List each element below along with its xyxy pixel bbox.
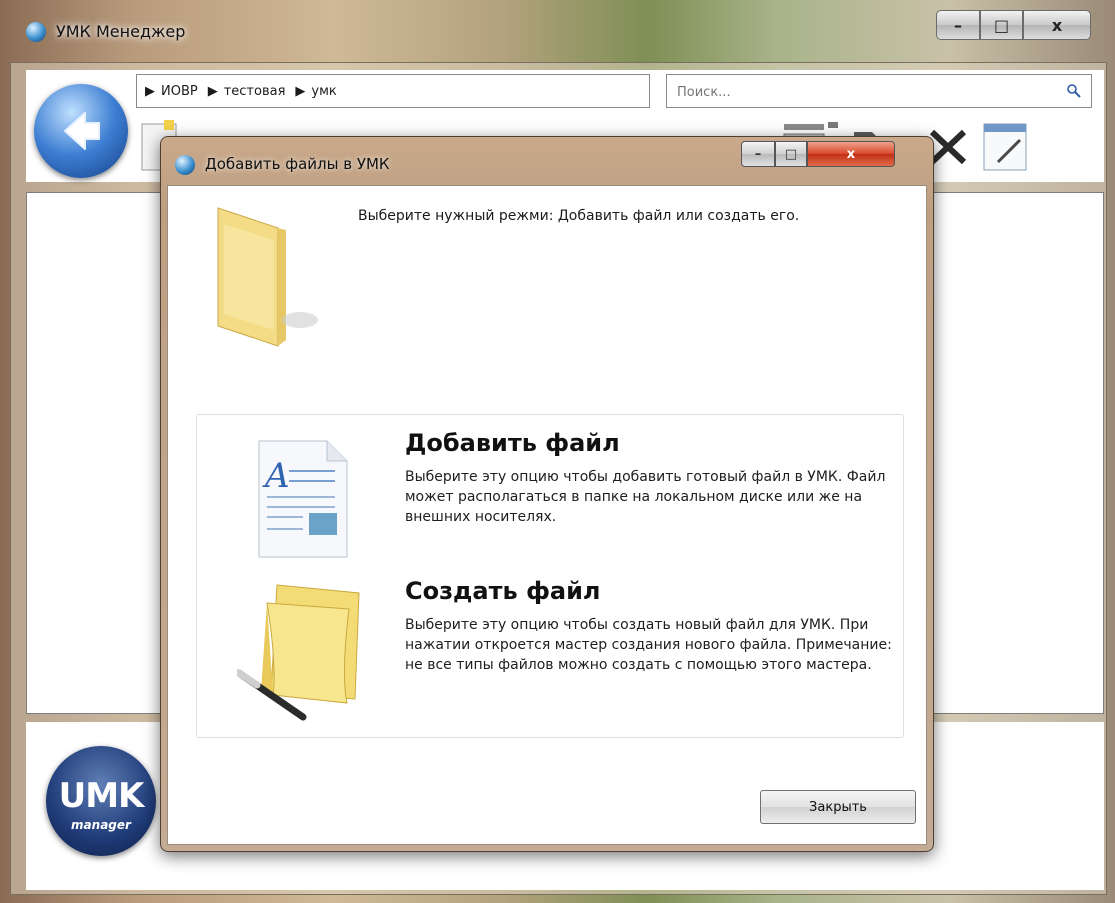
close-window-button[interactable]: x — [1023, 10, 1091, 40]
dialog-close-button[interactable]: x — [807, 141, 895, 167]
chevron-right-icon: ▶ — [295, 83, 306, 99]
breadcrumb-label: тестовая — [223, 83, 286, 99]
breadcrumb[interactable]: ▶ ИОВР ▶ тестовая ▶ умк — [136, 74, 650, 108]
dialog-body: Выберите нужный режми: Добавить файл или… — [167, 185, 927, 845]
create-file-option[interactable]: Создать файл Выберите эту опцию чтобы со… — [197, 575, 903, 735]
breadcrumb-label: умк — [311, 83, 337, 99]
logo-text: UMK — [58, 776, 145, 816]
breadcrumb-label: ИОВР — [161, 83, 198, 99]
back-arrow-icon — [64, 112, 100, 150]
window-title: УМК Менеджер — [56, 22, 186, 41]
add-files-dialog[interactable]: Добавить файлы в УМК – □ x Выберите нужн… — [160, 136, 934, 852]
add-file-description: Выберите эту опцию чтобы добавить готовы… — [405, 469, 886, 525]
add-file-title[interactable]: Добавить файл — [405, 429, 620, 457]
search-input[interactable] — [675, 81, 1059, 103]
create-file-description: Выберите эту опцию чтобы создать новый ф… — [405, 617, 892, 673]
svg-text:A: A — [262, 456, 290, 496]
umk-logo: UMK manager — [46, 746, 156, 856]
main-window-titlebar[interactable]: УМК Менеджер – □ x — [0, 0, 1115, 62]
dialog-minimize-button[interactable]: – — [741, 141, 775, 167]
close-dialog-button[interactable]: Закрыть — [760, 790, 916, 824]
add-file-option[interactable]: A Добавить файл Выберите эту опцию чтобы… — [197, 427, 903, 567]
dialog-intro-text: Выберите нужный режми: Добавить файл или… — [358, 208, 800, 224]
breadcrumb-item[interactable]: ▶ ИОВР — [145, 84, 198, 99]
logo-subtext: manager — [71, 818, 131, 832]
maximize-button[interactable]: □ — [980, 10, 1023, 40]
options-panel: A Добавить файл Выберите эту опцию чтобы… — [196, 414, 904, 738]
chevron-right-icon: ▶ — [145, 83, 155, 99]
dialog-title: Добавить файлы в УМК — [205, 155, 390, 173]
chevron-right-icon: ▶ — [207, 83, 218, 99]
search-box[interactable] — [666, 74, 1092, 108]
document-icon: A — [258, 440, 348, 558]
search-icon[interactable] — [1067, 84, 1081, 98]
dialog-app-icon — [175, 155, 195, 175]
edit-icon[interactable] — [980, 118, 1032, 174]
breadcrumb-item[interactable]: ▶ тестовая — [208, 84, 286, 99]
app-icon — [26, 22, 46, 42]
dialog-maximize-button[interactable]: □ — [775, 141, 807, 167]
folder-icon — [217, 207, 318, 347]
back-button[interactable] — [34, 84, 128, 178]
sticky-note-icon — [237, 584, 360, 721]
create-file-title[interactable]: Создать файл — [405, 577, 600, 605]
minimize-button[interactable]: – — [936, 10, 980, 40]
breadcrumb-item[interactable]: ▶ умк — [295, 84, 336, 99]
